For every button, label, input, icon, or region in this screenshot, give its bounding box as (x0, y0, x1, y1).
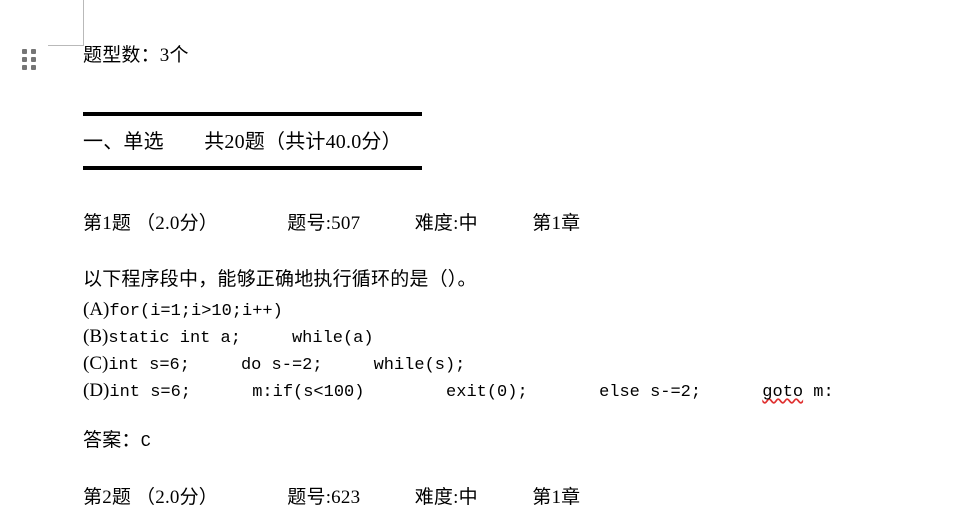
page-margin-guide-vertical (83, 0, 84, 46)
spellcheck-error-word[interactable]: goto (762, 383, 803, 402)
page-margin-guide-horizontal (48, 45, 84, 46)
option-a-code: for(i=1;i>10;i++) (109, 302, 283, 321)
drag-dot (22, 65, 27, 70)
drag-dots-icon[interactable] (22, 49, 37, 71)
question-1-meta: 第1题 （2.0分） 题号:507 难度:中 第1章 (83, 213, 581, 234)
question-1-options: (A)for(i=1;i>10;i++) (B)static int a; wh… (83, 297, 834, 405)
option-d-tag: (D) (83, 380, 110, 401)
option-b-code: static int a; while(a) (108, 329, 374, 348)
drag-dot (22, 57, 27, 62)
answer-value: C (140, 433, 152, 452)
drag-dot (22, 49, 27, 54)
option-b-tag: (B) (83, 326, 109, 347)
drag-dot (31, 65, 36, 70)
answer-label: 答案： (83, 430, 141, 451)
section-header-block: 一、单选 共20题（共计40.0分） (83, 112, 422, 170)
option-d-code-tail: m: (803, 383, 834, 402)
question-1-stem: 以下程序段中，能够正确地执行循环的是（）。 (83, 269, 477, 290)
drag-dot (31, 57, 36, 62)
question-type-count: 题型数：3个 (83, 45, 189, 66)
option-d: (D)int s=6; m:if(s<100) exit(0); else s-… (83, 378, 834, 405)
option-c-tag: (C) (83, 353, 109, 374)
option-a-tag: (A) (83, 299, 110, 320)
section-title: 一、单选 共20题（共计40.0分） (83, 131, 402, 153)
section-rule-bottom (83, 166, 422, 170)
option-b: (B)static int a; while(a) (83, 324, 834, 351)
option-c: (C)int s=6; do s-=2; while(s); (83, 351, 834, 378)
option-a: (A)for(i=1;i>10;i++) (83, 297, 834, 324)
option-d-code: int s=6; m:if(s<100) exit(0); else s-=2; (109, 383, 763, 402)
question-1-answer: 答案：C (83, 431, 151, 451)
option-c-code: int s=6; do s-=2; while(s); (108, 356, 466, 375)
drag-dot (31, 49, 36, 54)
document-page: 题型数：3个 一、单选 共20题（共计40.0分） 第1题 （2.0分） 题号:… (0, 0, 971, 531)
question-2-meta: 第2题 （2.0分） 题号:623 难度:中 第1章 (83, 487, 581, 508)
